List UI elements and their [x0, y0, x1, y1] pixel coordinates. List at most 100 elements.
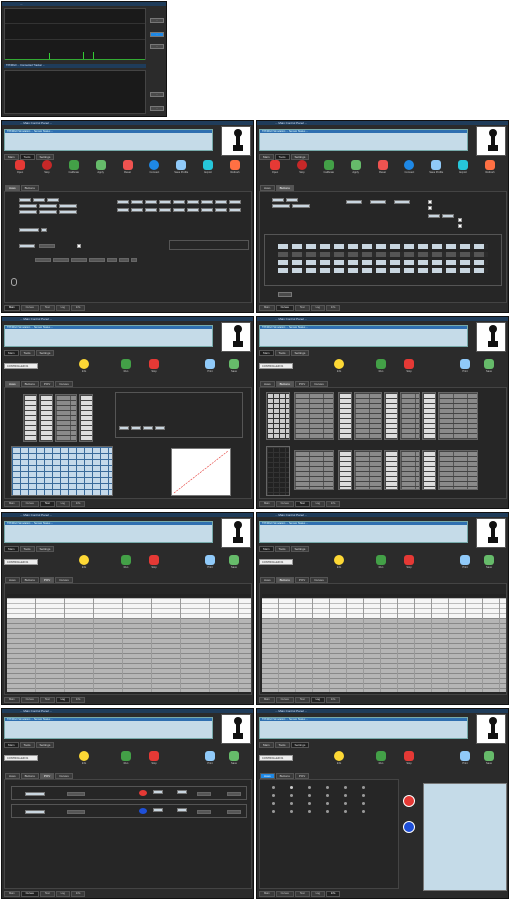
tool-info[interactable]: Info	[72, 555, 96, 569]
pov-dropdown[interactable]	[227, 810, 241, 814]
field[interactable]	[59, 204, 77, 208]
field[interactable]	[173, 200, 185, 204]
field[interactable]	[215, 200, 227, 204]
field[interactable]	[143, 426, 153, 430]
bottom-tab-test[interactable]: Test	[39, 501, 55, 507]
field[interactable]	[229, 208, 241, 212]
pov-field[interactable]	[153, 790, 163, 794]
tool-save[interactable]: Save	[477, 359, 501, 373]
tool-print[interactable]: Print	[453, 555, 477, 569]
bottom-tab-test[interactable]: Test	[39, 305, 55, 311]
bottom-tab-main[interactable]: Main	[259, 697, 275, 703]
menu-tools[interactable]: Tools	[19, 742, 35, 748]
field[interactable]	[187, 200, 199, 204]
device-select[interactable]: CONTROLLER 01	[259, 363, 293, 369]
field[interactable]	[117, 200, 129, 204]
field[interactable]	[394, 200, 410, 204]
tool-save[interactable]: Save	[222, 555, 246, 569]
field[interactable]	[19, 210, 37, 214]
menu-settings[interactable]: Settings	[290, 742, 310, 748]
field[interactable]	[19, 198, 31, 202]
field[interactable]	[286, 198, 298, 202]
field[interactable]	[173, 208, 185, 212]
bottom-tab-main[interactable]: Main	[4, 891, 20, 897]
tool-save[interactable]: Save	[222, 751, 246, 765]
field[interactable]	[39, 210, 57, 214]
tool-info[interactable]: Info	[72, 751, 96, 765]
bottom-tab-info[interactable]: Info	[325, 305, 341, 311]
bottom-tab-curves[interactable]: Curves	[20, 891, 39, 897]
menu-settings[interactable]: Settings	[290, 546, 310, 552]
tool-info[interactable]: Info	[327, 751, 351, 765]
tool-run[interactable]: Run	[114, 751, 138, 765]
menu-settings[interactable]: Settings	[290, 350, 310, 356]
bottom-tab-log[interactable]: Log	[55, 501, 70, 507]
menu-main[interactable]: Main	[259, 350, 274, 356]
pov-dropdown[interactable]	[67, 810, 85, 814]
field[interactable]	[47, 198, 59, 202]
tool-save[interactable]: Save	[477, 751, 501, 765]
tool-stop[interactable]: Stop	[142, 359, 166, 373]
field[interactable]	[19, 228, 39, 232]
device-select[interactable]: CONTROLLER 01	[259, 559, 293, 565]
menu-main[interactable]: Main	[4, 546, 19, 552]
menu-tools[interactable]: Tools	[19, 546, 35, 552]
bottom-tab-main[interactable]: Main	[259, 891, 275, 897]
tool-calibrate[interactable]: Calibrate	[62, 160, 86, 180]
tool-stop[interactable]: Stop	[142, 555, 166, 569]
tool-print[interactable]: Print	[453, 359, 477, 373]
tool-stop[interactable]: Stop	[397, 751, 421, 765]
field[interactable]	[215, 208, 227, 212]
tool-stop[interactable]: Stop	[290, 160, 314, 180]
field[interactable]	[131, 200, 143, 204]
bottom-tab-curves[interactable]: Curves	[275, 501, 294, 507]
menu-main[interactable]: Main	[4, 350, 19, 356]
dropdown[interactable]	[71, 258, 87, 262]
bottom-tab-log[interactable]: Log	[55, 891, 70, 897]
field[interactable]	[131, 208, 143, 212]
tool-run[interactable]: Run	[369, 359, 393, 373]
field[interactable]	[442, 214, 454, 218]
tool-save[interactable]: Save	[222, 359, 246, 373]
tool-save-profile[interactable]: Save Profile	[424, 160, 448, 180]
field[interactable]	[145, 200, 157, 204]
checkbox[interactable]	[77, 244, 81, 248]
tool-run[interactable]: Run	[369, 555, 393, 569]
field[interactable]	[19, 204, 37, 208]
bottom-tab-info[interactable]: Info	[70, 891, 86, 897]
field[interactable]	[159, 200, 171, 204]
field[interactable]	[370, 200, 386, 204]
tool-stop[interactable]: Stop	[142, 751, 166, 765]
pov-field[interactable]	[177, 790, 187, 794]
bottom-tab-test[interactable]: Test	[294, 305, 310, 311]
side-button-3[interactable]: ..	[150, 44, 164, 49]
tool-refresh[interactable]: Refresh	[223, 160, 247, 180]
field[interactable]	[201, 208, 213, 212]
tool-print[interactable]: Print	[453, 751, 477, 765]
bottom-tab-log[interactable]: Log	[310, 305, 325, 311]
checkbox[interactable]	[458, 218, 462, 222]
bottom-tab-test[interactable]: Test	[294, 697, 310, 703]
tool-info[interactable]: Info	[327, 555, 351, 569]
tool-print[interactable]: Print	[198, 555, 222, 569]
field[interactable]	[41, 228, 47, 232]
bottom-tab-test[interactable]: Test	[294, 891, 310, 897]
side-button-2[interactable]: ..	[150, 32, 164, 37]
pov-field[interactable]	[177, 808, 187, 812]
tool-run[interactable]: Run	[114, 555, 138, 569]
side-button-5[interactable]: ..	[150, 106, 164, 111]
dropdown[interactable]	[35, 258, 51, 262]
tool-reset[interactable]: Reset	[371, 160, 395, 180]
tool-info[interactable]: Info	[327, 359, 351, 373]
tool-connect[interactable]: Connect	[397, 160, 421, 180]
bottom-tab-info[interactable]: Info	[70, 305, 86, 311]
pov-dropdown[interactable]	[197, 810, 211, 814]
menu-tools[interactable]: Tools	[19, 350, 35, 356]
bottom-tab-main[interactable]: Main	[4, 697, 20, 703]
tool-run[interactable]: Run	[114, 359, 138, 373]
field[interactable]	[272, 198, 284, 202]
bottom-tab-log[interactable]: Log	[55, 697, 70, 703]
bottom-tab-test[interactable]: Test	[294, 501, 310, 507]
bottom-tab-curves[interactable]: Curves	[20, 305, 39, 311]
tool-save-profile[interactable]: Save Profile	[169, 160, 193, 180]
